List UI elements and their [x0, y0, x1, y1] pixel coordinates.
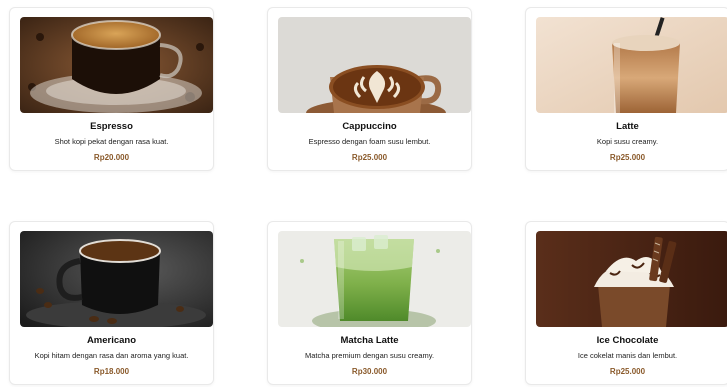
menu-item-name: Latte	[616, 121, 639, 132]
menu-item-name: Espresso	[90, 121, 133, 132]
matcha-latte-glass-icon	[278, 231, 471, 327]
espresso-cup-icon	[20, 17, 213, 113]
menu-card-latte[interactable]: Latte Kopi susu creamy. Rp25.000	[525, 7, 727, 171]
menu-item-price: Rp30.000	[351, 367, 388, 376]
menu-card-cappuccino[interactable]: Cappuccino Espresso dengan foam susu lem…	[267, 7, 472, 171]
menu-item-description: Espresso dengan foam susu lembut.	[308, 137, 431, 146]
menu-item-description: Shot kopi pekat dengan rasa kuat.	[54, 137, 169, 146]
menu-item-name: Americano	[86, 335, 137, 346]
iced-latte-glass-icon	[536, 17, 727, 113]
menu-item-name: Ice Chocolate	[596, 335, 659, 346]
americano-cup-icon	[20, 231, 213, 327]
menu-card-ice-chocolate[interactable]: Ice Chocolate Ice cokelat manis dan lemb…	[525, 221, 727, 385]
menu-item-price: Rp20.000	[93, 153, 130, 162]
menu-item-price: Rp25.000	[609, 367, 646, 376]
menu-item-name: Cappuccino	[342, 121, 397, 132]
ice-chocolate-glass-icon	[536, 231, 727, 327]
menu-item-description: Kopi hitam dengan rasa dan aroma yang ku…	[34, 351, 189, 360]
menu-item-description: Matcha premium dengan susu creamy.	[304, 351, 435, 360]
menu-item-name: Matcha Latte	[340, 335, 399, 346]
menu-grid: Espresso Shot kopi pekat dengan rasa kua…	[0, 0, 727, 387]
menu-item-description: Kopi susu creamy.	[596, 137, 659, 146]
menu-item-description: Ice cokelat manis dan lembut.	[577, 351, 678, 360]
cappuccino-latte-art-icon	[278, 17, 471, 113]
menu-item-price: Rp25.000	[351, 153, 388, 162]
menu-card-americano[interactable]: Americano Kopi hitam dengan rasa dan aro…	[9, 221, 214, 385]
menu-item-price: Rp18.000	[93, 367, 130, 376]
menu-item-price: Rp25.000	[609, 153, 646, 162]
menu-card-espresso[interactable]: Espresso Shot kopi pekat dengan rasa kua…	[9, 7, 214, 171]
menu-card-matcha-latte[interactable]: Matcha Latte Matcha premium dengan susu …	[267, 221, 472, 385]
